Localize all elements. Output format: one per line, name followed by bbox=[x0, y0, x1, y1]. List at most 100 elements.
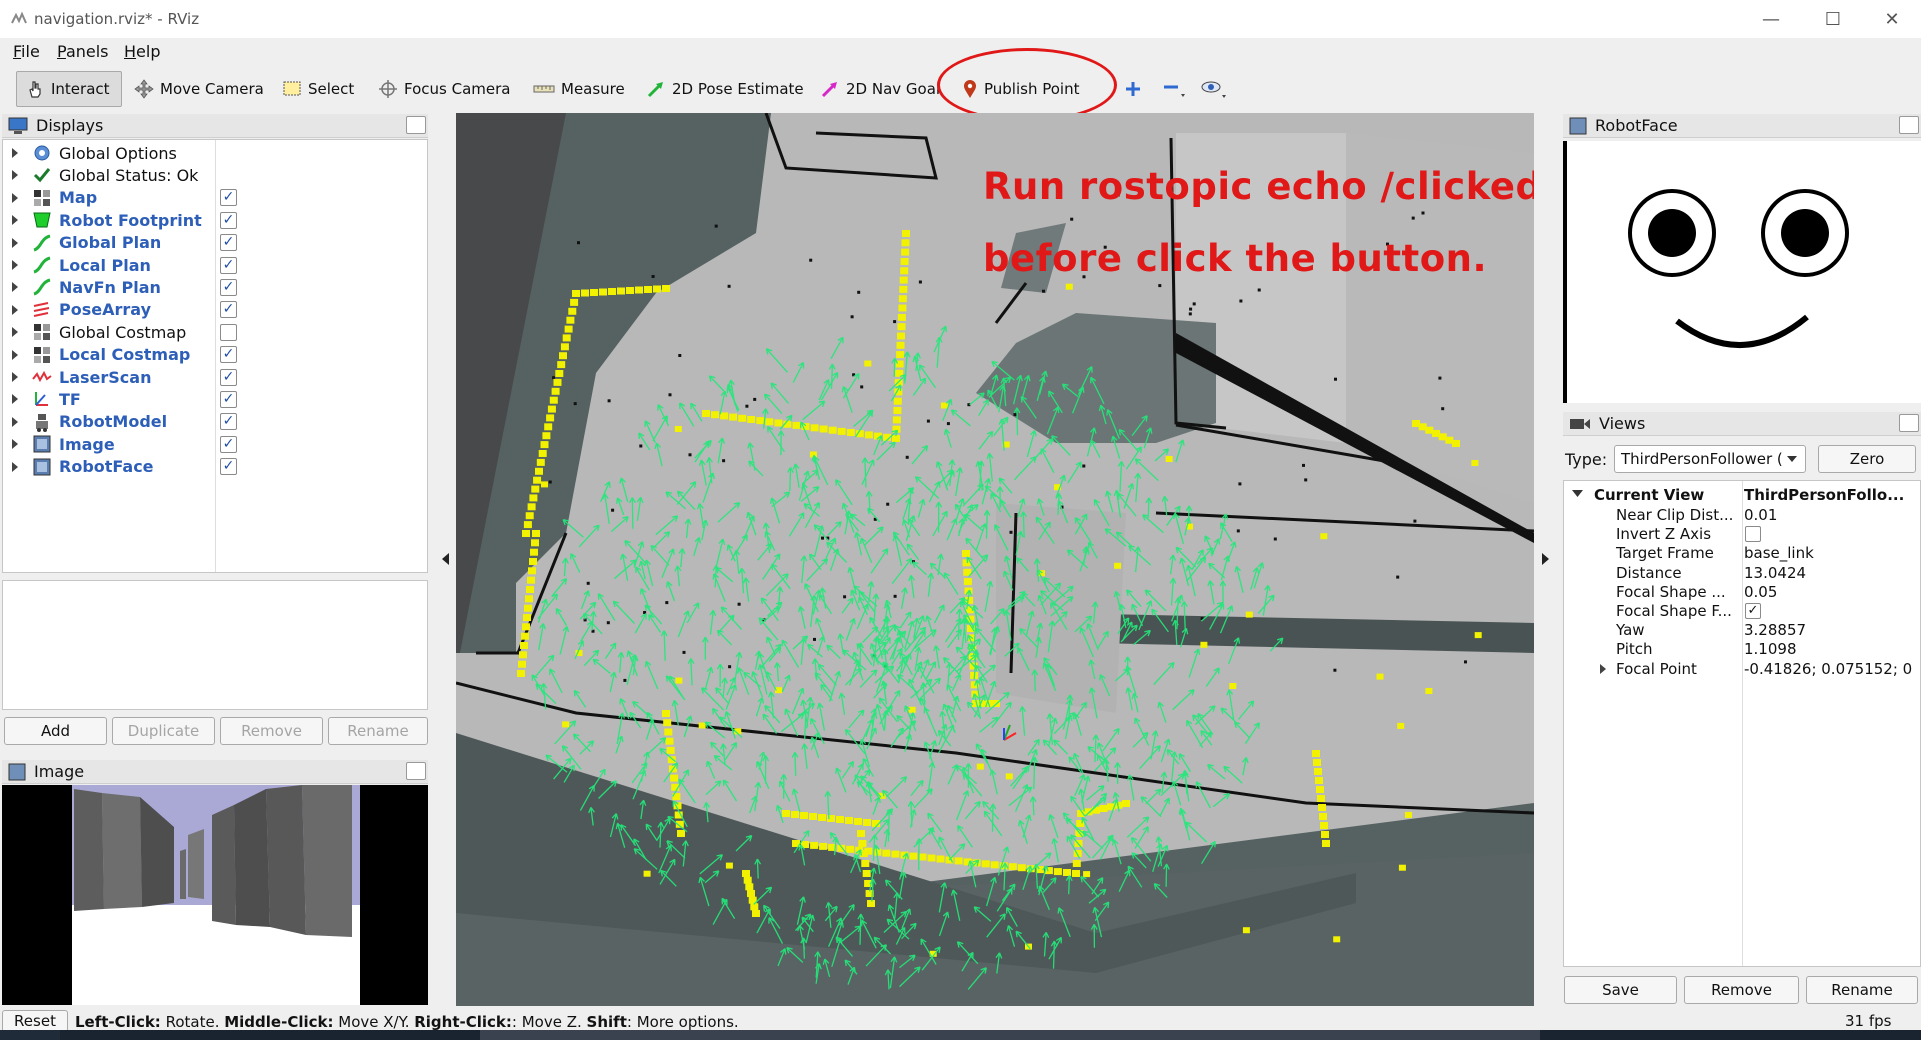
collapse-right-dock-icon[interactable] bbox=[1542, 553, 1549, 565]
tool-focus-camera[interactable]: Focus Camera bbox=[370, 71, 518, 107]
expand-arrow-icon[interactable] bbox=[12, 349, 18, 360]
view-prop-row[interactable]: Focal Shape F... ✓ bbox=[1564, 602, 1920, 621]
tool-move-camera[interactable]: Move Camera bbox=[126, 71, 272, 107]
display-enable-checkbox[interactable]: ✓ bbox=[220, 256, 237, 274]
close-button[interactable]: ✕ bbox=[1869, 6, 1915, 32]
display-item-label: Local Plan bbox=[59, 255, 151, 275]
display-enable-checkbox[interactable]: ✓ bbox=[220, 189, 237, 207]
duplicate-display-button[interactable]: Duplicate bbox=[112, 717, 215, 745]
views-float-button[interactable] bbox=[1899, 414, 1919, 432]
displays-float-button[interactable] bbox=[406, 116, 426, 134]
display-item-robotmodel[interactable]: RobotModel ✓ bbox=[3, 411, 423, 433]
collapse-left-dock-icon[interactable] bbox=[442, 553, 449, 565]
tool-2d-pose-estimate[interactable]: 2D Pose Estimate bbox=[638, 71, 812, 107]
expand-arrow-icon[interactable] bbox=[12, 327, 18, 338]
view-prop-row[interactable]: Invert Z Axis bbox=[1564, 525, 1920, 544]
view-prop-checkbox[interactable]: ✓ bbox=[1745, 603, 1761, 619]
expand-arrow-icon[interactable] bbox=[12, 148, 18, 158]
robotface-float-button[interactable] bbox=[1899, 116, 1919, 134]
toolbar: Interact Move Camera Select Focus Camera… bbox=[0, 66, 1921, 112]
add-tool-button[interactable] bbox=[1116, 71, 1150, 107]
display-item-robotface[interactable]: RobotFace ✓ bbox=[3, 456, 423, 478]
view-prop-row[interactable]: Near Clip Dist... 0.01 bbox=[1564, 506, 1920, 525]
minimize-button[interactable]: — bbox=[1748, 6, 1794, 32]
display-item-local-costmap[interactable]: Local Costmap ✓ bbox=[3, 344, 423, 366]
add-display-button[interactable]: Add bbox=[4, 717, 107, 745]
view-prop-row[interactable]: Focal Shape ... 0.05 bbox=[1564, 583, 1920, 602]
view-prop-row[interactable]: Distance 13.0424 bbox=[1564, 564, 1920, 583]
tool-measure[interactable]: Measure bbox=[525, 71, 633, 107]
tool-2d-nav-goal[interactable]: 2D Nav Goal bbox=[812, 71, 948, 107]
display-item-map[interactable]: Map ✓ bbox=[3, 187, 423, 209]
view-options-button[interactable] bbox=[1192, 71, 1236, 107]
display-enable-checkbox[interactable]: ✓ bbox=[220, 234, 237, 252]
reset-button[interactable]: Reset bbox=[2, 1010, 68, 1032]
zero-view-button[interactable]: Zero bbox=[1818, 445, 1916, 473]
expand-arrow-icon[interactable] bbox=[12, 394, 18, 405]
view-prop-value[interactable]: 0.01 bbox=[1744, 506, 1920, 524]
expand-arrow-icon[interactable] bbox=[12, 416, 18, 427]
display-item-global-plan[interactable]: Global Plan ✓ bbox=[3, 232, 423, 254]
expand-arrow-icon[interactable] bbox=[12, 282, 18, 293]
display-enable-checkbox[interactable]: ✓ bbox=[220, 458, 237, 476]
display-enable-checkbox[interactable] bbox=[220, 323, 237, 341]
remove-view-button[interactable]: Remove bbox=[1684, 976, 1799, 1004]
tool-publish-point[interactable]: Publish Point bbox=[954, 71, 1087, 107]
current-view-row[interactable]: Current View ThirdPersonFollo... bbox=[1564, 486, 1920, 505]
view-prop-checkbox[interactable] bbox=[1745, 526, 1761, 543]
view-prop-row[interactable]: Target Frame base_link bbox=[1564, 544, 1920, 563]
display-item-robot-footprint[interactable]: Robot Footprint ✓ bbox=[3, 209, 423, 231]
display-item-global-costmap[interactable]: Global Costmap bbox=[3, 321, 423, 343]
expand-arrow-icon[interactable] bbox=[12, 304, 18, 315]
expand-arrow-icon[interactable] bbox=[12, 372, 18, 382]
expand-arrow-icon[interactable] bbox=[12, 461, 18, 472]
display-enable-checkbox[interactable]: ✓ bbox=[220, 390, 237, 408]
remove-tool-button[interactable] bbox=[1154, 71, 1194, 107]
expand-arrow-icon[interactable] bbox=[12, 237, 18, 248]
display-enable-checkbox[interactable]: ✓ bbox=[220, 346, 237, 364]
view-prop-value[interactable]: -0.41826; 0.075152; 0 bbox=[1744, 660, 1920, 678]
view-prop-row[interactable]: Focal Point -0.41826; 0.075152; 0 bbox=[1564, 660, 1920, 679]
display-item-global-options[interactable]: Global Options bbox=[3, 142, 423, 164]
view-prop-value[interactable]: 0.05 bbox=[1744, 583, 1920, 601]
display-item-navfn-plan[interactable]: NavFn Plan ✓ bbox=[3, 276, 423, 298]
maximize-button[interactable]: ☐ bbox=[1810, 6, 1856, 32]
expand-arrow-icon[interactable] bbox=[12, 170, 18, 181]
menu-panels[interactable]: Panels bbox=[57, 42, 109, 61]
display-enable-checkbox[interactable]: ✓ bbox=[220, 368, 237, 386]
view-prop-value[interactable]: 1.1098 bbox=[1744, 640, 1920, 658]
rename-view-button[interactable]: Rename bbox=[1806, 976, 1918, 1004]
view-prop-value[interactable]: 13.0424 bbox=[1744, 564, 1920, 582]
expand-arrow-icon[interactable] bbox=[12, 439, 18, 450]
display-enable-checkbox[interactable]: ✓ bbox=[220, 278, 237, 296]
display-item-local-plan[interactable]: Local Plan ✓ bbox=[3, 254, 423, 276]
rename-display-button[interactable]: Rename bbox=[328, 717, 428, 745]
display-item-posearray[interactable]: PoseArray ✓ bbox=[3, 299, 423, 321]
expand-arrow-icon[interactable] bbox=[12, 192, 18, 203]
expand-arrow-icon[interactable] bbox=[12, 215, 18, 226]
display-enable-checkbox[interactable]: ✓ bbox=[220, 211, 237, 229]
tool-select[interactable]: Select bbox=[274, 71, 362, 107]
display-enable-checkbox[interactable]: ✓ bbox=[220, 413, 237, 431]
display-item-image[interactable]: Image ✓ bbox=[3, 433, 423, 455]
display-item-tf[interactable]: TF ✓ bbox=[3, 388, 423, 410]
display-enable-checkbox[interactable]: ✓ bbox=[220, 435, 237, 453]
path-icon bbox=[33, 278, 51, 296]
menu-help[interactable]: Help bbox=[124, 42, 160, 61]
view-prop-row[interactable]: Yaw 3.28857 bbox=[1564, 621, 1920, 640]
image-float-button[interactable] bbox=[406, 762, 426, 780]
view-prop-row[interactable]: Pitch 1.1098 bbox=[1564, 640, 1920, 659]
display-item-global-status-ok[interactable]: Global Status: Ok bbox=[3, 164, 423, 186]
expand-arrow-icon[interactable] bbox=[12, 260, 18, 270]
remove-display-button[interactable]: Remove bbox=[220, 717, 323, 745]
view-type-select[interactable]: ThirdPersonFollower ( bbox=[1614, 445, 1806, 473]
expand-arrow-icon[interactable] bbox=[1600, 663, 1606, 674]
tool-interact[interactable]: Interact bbox=[16, 71, 122, 107]
menu-file[interactable]: File bbox=[13, 42, 40, 61]
view-prop-value[interactable]: 3.28857 bbox=[1744, 621, 1920, 639]
display-enable-checkbox[interactable]: ✓ bbox=[220, 301, 237, 319]
display-item-laserscan[interactable]: LaserScan ✓ bbox=[3, 366, 423, 388]
save-view-button[interactable]: Save bbox=[1564, 976, 1677, 1004]
rviz-3d-viewport[interactable]: Run rostopic echo /clicked_point before … bbox=[456, 113, 1534, 1006]
view-prop-value[interactable]: base_link bbox=[1744, 544, 1920, 562]
